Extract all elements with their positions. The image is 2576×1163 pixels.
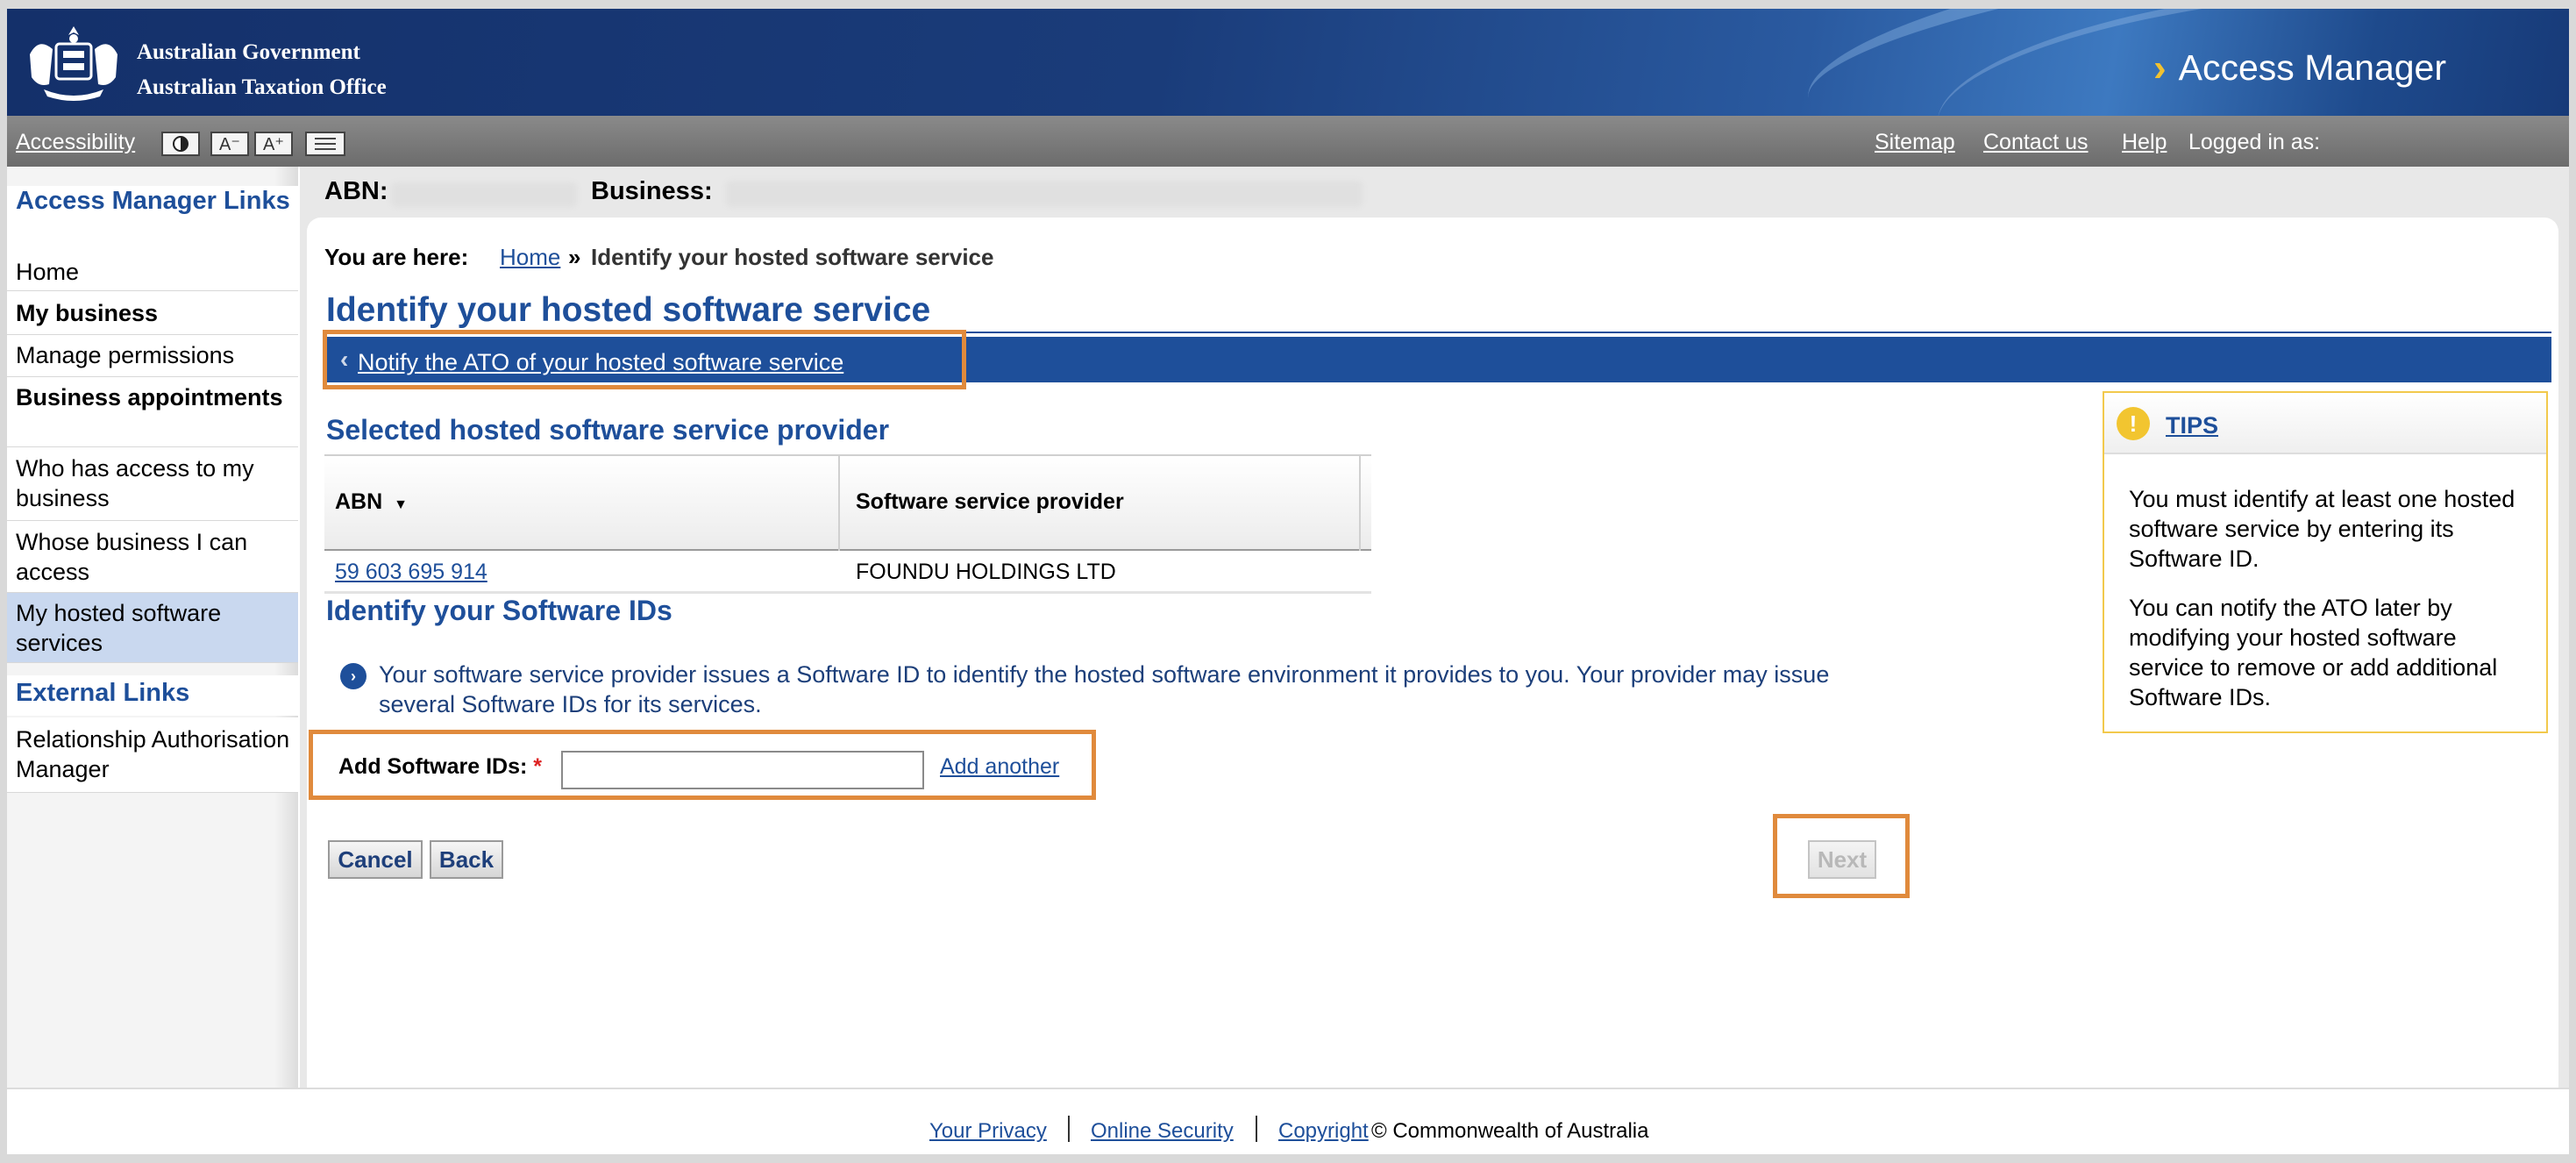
footer-divider	[7, 1088, 2569, 1089]
software-id-label: Add Software IDs: *	[338, 754, 542, 780]
selected-provider-heading: Selected hosted software service provide…	[326, 414, 890, 446]
breadcrumb-label: You are here:	[324, 244, 469, 270]
contrast-icon	[173, 136, 189, 152]
column-header-abn[interactable]: ABN ▼	[335, 489, 408, 515]
business-value-redacted	[726, 181, 1363, 207]
page-title: Identify your hosted software service	[326, 291, 931, 329]
tips-paragraph-2: You can notify the ATO later by modifyin…	[2129, 595, 2498, 710]
contrast-toggle-button[interactable]	[161, 132, 200, 156]
provider-table: ABN ▼ Software service provider 59 603 6…	[324, 454, 1371, 595]
back-button[interactable]: Back	[430, 840, 503, 879]
cancel-button[interactable]: Cancel	[328, 840, 423, 879]
table-row-divider	[324, 591, 1371, 594]
help-link[interactable]: Help	[2122, 130, 2167, 155]
business-name-bar: Business:	[591, 177, 713, 206]
chevron-right-circle-icon: ›	[340, 663, 366, 689]
gov-name: Australian Government	[137, 40, 360, 64]
column-header-label: ABN	[335, 489, 383, 514]
sidebar-item-home[interactable]: Home	[7, 253, 298, 291]
column-divider	[1359, 454, 1361, 551]
breadcrumb-home-link[interactable]: Home	[500, 244, 560, 271]
text-decrease-icon: A⁻	[219, 134, 240, 154]
table-header	[324, 454, 1371, 551]
sidebar-item-ram[interactable]: Relationship Authorisation Manager	[7, 717, 298, 793]
info-message: Your software service provider issues a …	[379, 661, 1830, 717]
next-button[interactable]: Next	[1808, 840, 1876, 879]
exclamation-icon: !	[2117, 407, 2150, 440]
abn-value-redacted	[391, 182, 577, 207]
abn-label: ABN:	[324, 177, 388, 205]
utility-bar: Accessibility A⁻ A⁺ Sitemap Contact us H…	[7, 116, 2569, 167]
software-id-label-text: Add Software IDs:	[338, 754, 528, 779]
business-label: Business:	[591, 177, 713, 205]
add-another-link[interactable]: Add another	[940, 754, 1059, 780]
column-header-provider: Software service provider	[856, 489, 1124, 514]
tips-paragraph-1: You must identify at least one hosted so…	[2129, 486, 2516, 572]
commonwealth-text: © Commonwealth of Australia	[1371, 1119, 1649, 1143]
sidebar-item-whose-business[interactable]: Whose business I can access	[7, 521, 298, 593]
accessibility-link[interactable]: Accessibility	[16, 130, 135, 155]
sidebar-item-business-appointments[interactable]: Business appointments	[7, 377, 298, 447]
text-increase-icon: A⁺	[263, 134, 284, 154]
sidebar-item-my-business[interactable]: My business	[7, 291, 298, 335]
text-only-button[interactable]	[305, 132, 345, 156]
coat-of-arms-logo	[30, 26, 117, 101]
software-ids-heading: Identify your Software IDs	[326, 595, 672, 626]
footer-separator	[1068, 1116, 1070, 1142]
app-title: › Access Manager	[2153, 47, 2446, 89]
logged-in-label: Logged in as:	[2188, 130, 2321, 154]
business-bar: ABN:	[324, 177, 388, 206]
app-title-text: Access Manager	[2178, 47, 2447, 88]
breadcrumb-separator: »	[568, 244, 581, 270]
footer-separator	[1256, 1116, 1257, 1142]
sidebar-item-who-has-access[interactable]: Who has access to my business	[7, 447, 298, 521]
contact-us-link[interactable]: Contact us	[1983, 130, 2089, 155]
table-cell-abn-link[interactable]: 59 603 695 914	[335, 560, 487, 585]
privacy-link[interactable]: Your Privacy	[929, 1119, 1047, 1144]
agency-name: Australian Taxation Office	[137, 75, 387, 99]
decrease-text-button[interactable]: A⁻	[210, 132, 249, 156]
copyright-link[interactable]: Copyright	[1278, 1119, 1369, 1144]
lines-icon	[315, 138, 336, 150]
sidebar: Access Manager Links Home My business Ma…	[7, 167, 298, 1088]
site-header: Australian Government Australian Taxatio…	[7, 9, 2569, 116]
highlight-box	[323, 330, 966, 389]
sidebar-item-manage-permissions[interactable]: Manage permissions	[7, 335, 298, 377]
online-security-link[interactable]: Online Security	[1091, 1119, 1234, 1144]
sort-down-icon: ▼	[394, 497, 408, 512]
sidebar-heading: Access Manager Links	[7, 186, 298, 261]
required-marker: *	[533, 754, 542, 779]
increase-text-button[interactable]: A⁺	[254, 132, 293, 156]
external-links-heading: External Links	[7, 675, 298, 716]
column-divider	[838, 454, 840, 551]
browser-page: Australian Government Australian Taxatio…	[7, 9, 2569, 1154]
breadcrumb-current: Identify your hosted software service	[591, 244, 994, 270]
software-id-input[interactable]	[561, 751, 924, 789]
chevron-right-icon: ›	[2153, 46, 2167, 89]
sidebar-item-hosted-software[interactable]: My hosted software services	[7, 593, 298, 663]
tips-title-link[interactable]: TIPS	[2166, 412, 2218, 439]
tips-panel: ! TIPS You must identify at least one ho…	[2103, 391, 2548, 733]
table-cell-provider: FOUNDU HOLDINGS LTD	[856, 560, 1116, 584]
sitemap-link[interactable]: Sitemap	[1875, 130, 1955, 155]
